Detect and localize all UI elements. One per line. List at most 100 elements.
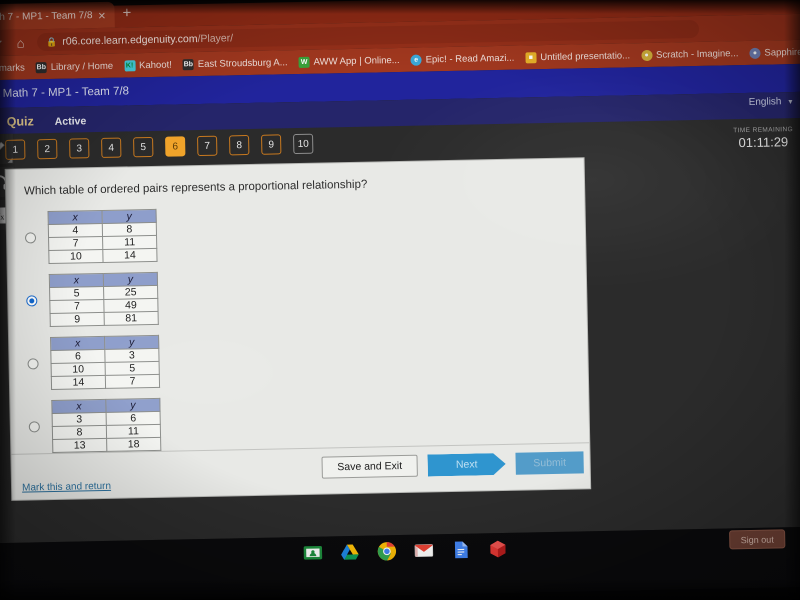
cell-x: 14 bbox=[51, 375, 106, 390]
submit-button[interactable]: Submit bbox=[515, 451, 584, 475]
answer-option-2[interactable]: x y 5 25 7 49 9 81 bbox=[26, 272, 159, 328]
next-button[interactable]: Next bbox=[427, 453, 505, 477]
cell-y: 6 bbox=[106, 411, 161, 426]
radio-option-3[interactable] bbox=[27, 358, 39, 370]
table-row: 9 81 bbox=[50, 311, 159, 327]
url-domain: r06.core.learn.edgenuity.com bbox=[62, 33, 198, 48]
cell-y: 18 bbox=[106, 437, 161, 452]
col-header-x: x bbox=[50, 336, 105, 351]
answer-option-1[interactable]: x y 4 8 7 11 10 14 bbox=[24, 209, 158, 265]
course-title: CA Math 7 - MP1 - Team 7/8 bbox=[0, 85, 130, 100]
bookmark-favicon: ● bbox=[749, 47, 761, 59]
cell-x: 4 bbox=[48, 223, 103, 238]
timer-value: 01:11:29 bbox=[738, 134, 789, 151]
monitor-screen: Math 7 - MP1 - Team 7/8 × + ⟳ ⌂ 🔒 r06.co… bbox=[0, 0, 800, 600]
question-nav-9[interactable]: 9 bbox=[261, 134, 282, 155]
url-path: /Player/ bbox=[197, 32, 234, 46]
cell-x: 8 bbox=[52, 425, 107, 440]
app-shelf bbox=[303, 539, 508, 563]
bookmark-item[interactable]: ■ Untitled presentatio... bbox=[525, 50, 630, 63]
question-nav-2[interactable]: 2 bbox=[37, 138, 58, 160]
mark-and-return-link[interactable]: Mark this and return bbox=[22, 481, 111, 494]
svg-text:√x: √x bbox=[0, 212, 4, 221]
cell-y: 3 bbox=[104, 348, 160, 363]
radio-option-2[interactable] bbox=[26, 295, 38, 307]
timer-caption: TIME REMAINING bbox=[733, 126, 794, 135]
google-drive-icon[interactable] bbox=[340, 542, 360, 562]
col-header-x: x bbox=[51, 399, 107, 414]
bookmark-item[interactable]: e Epic! - Read Amazi... bbox=[410, 52, 514, 66]
bookmark-item[interactable]: ● Scratch - Imagine... bbox=[640, 48, 739, 61]
question-prompt: Which table of ordered pairs represents … bbox=[23, 178, 368, 198]
radio-option-1[interactable] bbox=[24, 232, 37, 244]
reload-icon[interactable]: ⟳ bbox=[0, 35, 5, 51]
question-number-nav: 1 2 3 4 5 6 7 8 9 10 bbox=[5, 133, 325, 160]
cell-y: 11 bbox=[106, 424, 161, 439]
question-card: Which table of ordered pairs represents … bbox=[5, 158, 591, 500]
col-header-y: y bbox=[102, 209, 157, 224]
language-selector[interactable]: English ▾ bbox=[749, 96, 793, 108]
bookmark-item[interactable]: K! Kahoot! bbox=[123, 59, 172, 71]
save-and-exit-button[interactable]: Save and Exit bbox=[321, 454, 418, 479]
option-table-4: x y 3 6 8 11 13 18 bbox=[51, 398, 161, 453]
answer-option-4[interactable]: x y 3 6 8 11 13 18 bbox=[28, 398, 161, 454]
option-table-1: x y 4 8 7 11 10 14 bbox=[48, 209, 158, 264]
chevron-down-icon: ▾ bbox=[788, 97, 793, 107]
answer-options: x y 4 8 7 11 10 14 x y 5 25 7 49 9 81 x … bbox=[24, 209, 162, 464]
option-table-3: x y 6 3 10 5 14 7 bbox=[50, 335, 160, 390]
browser-tab[interactable]: Math 7 - MP1 - Team 7/8 × bbox=[0, 1, 115, 31]
radio-option-4[interactable] bbox=[28, 421, 40, 433]
col-header-y: y bbox=[105, 398, 161, 413]
question-nav-6[interactable]: 6 bbox=[165, 136, 186, 157]
question-nav-10[interactable]: 10 bbox=[293, 133, 314, 155]
table-row: 10 14 bbox=[48, 248, 158, 264]
col-header-x: x bbox=[49, 273, 104, 288]
google-classroom-icon[interactable] bbox=[303, 543, 323, 563]
home-icon[interactable]: ⌂ bbox=[12, 35, 29, 50]
question-nav-4[interactable]: 4 bbox=[101, 137, 122, 158]
cell-y: 5 bbox=[105, 361, 160, 376]
col-header-x: x bbox=[48, 210, 103, 225]
bookmark-item[interactable]: Bb Library / Home bbox=[35, 60, 113, 73]
bookmark-item[interactable]: ● Sapphire bbox=[749, 46, 800, 59]
screen-photo: Math 7 - MP1 - Team 7/8 × + ⟳ ⌂ 🔒 r06.co… bbox=[0, 0, 800, 600]
cell-y: 8 bbox=[102, 222, 157, 237]
question-nav-5[interactable]: 5 bbox=[133, 136, 154, 158]
question-nav-3[interactable]: 3 bbox=[69, 138, 90, 159]
activity-status-label: Active bbox=[54, 115, 87, 128]
quiz-player: English ▾ Quiz Active √x 1 2 3 4 5 6 7 8… bbox=[0, 91, 800, 544]
bookmarks-folder-label[interactable]: ookmarks bbox=[0, 62, 25, 74]
chrome-icon[interactable] bbox=[377, 541, 397, 561]
col-header-y: y bbox=[103, 272, 158, 287]
cell-y: 25 bbox=[103, 285, 158, 300]
cell-x: 13 bbox=[52, 438, 107, 453]
cell-x: 6 bbox=[50, 349, 106, 364]
bookmark-favicon: e bbox=[410, 54, 422, 66]
cell-x: 5 bbox=[49, 286, 104, 301]
bookmark-item[interactable]: W AWW App | Online... bbox=[298, 54, 400, 68]
bookmark-favicon: ■ bbox=[525, 51, 537, 63]
gmail-icon[interactable] bbox=[414, 540, 434, 560]
bookmark-favicon: K! bbox=[123, 59, 136, 71]
close-icon[interactable]: × bbox=[95, 7, 109, 22]
red-cube-icon[interactable] bbox=[488, 539, 508, 559]
question-nav-1[interactable]: 1 bbox=[5, 139, 26, 160]
bookmark-item[interactable]: Bb East Stroudsburg A... bbox=[182, 57, 288, 70]
cell-x: 10 bbox=[48, 249, 104, 264]
question-nav-8[interactable]: 8 bbox=[229, 135, 250, 156]
question-nav-7[interactable]: 7 bbox=[197, 135, 218, 157]
bookmark-favicon: Bb bbox=[35, 61, 47, 73]
language-label: English bbox=[748, 96, 782, 108]
cell-x: 7 bbox=[48, 236, 103, 251]
option-table-2: x y 5 25 7 49 9 81 bbox=[49, 272, 159, 327]
bookmark-favicon: W bbox=[298, 56, 310, 68]
cell-x: 9 bbox=[50, 312, 105, 327]
bookmark-favicon: ● bbox=[640, 49, 653, 61]
cell-y: 81 bbox=[104, 311, 159, 326]
col-header-y: y bbox=[104, 335, 159, 350]
google-docs-icon[interactable] bbox=[451, 540, 471, 560]
sign-out-button[interactable]: Sign out bbox=[729, 529, 786, 550]
cell-x: 10 bbox=[51, 362, 106, 377]
new-tab-button[interactable]: + bbox=[122, 4, 131, 21]
answer-option-3[interactable]: x y 6 3 10 5 14 7 bbox=[27, 335, 160, 391]
